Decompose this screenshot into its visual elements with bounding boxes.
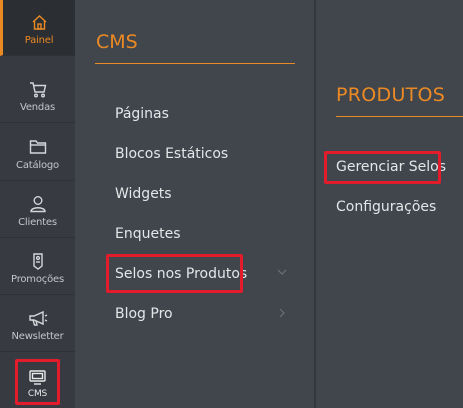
nav-label: Clientes (18, 217, 57, 228)
cms-title: CMS (96, 31, 138, 53)
nav-item-vendas[interactable]: Vendas (0, 67, 75, 123)
nav-item-cms[interactable]: CMS (15, 359, 60, 405)
nav-label: CMS (27, 389, 48, 399)
nav-label: Painel (24, 35, 54, 46)
nav-label: Vendas (19, 102, 56, 113)
nav-item-clientes[interactable]: Clientes (0, 182, 75, 238)
produtos-submenu: PRODUTOS Gerenciar Selos Configurações (316, 0, 463, 408)
cms-link-paginas[interactable]: Páginas (115, 106, 169, 122)
produtos-title: PRODUTOS (336, 84, 446, 106)
cart-icon (29, 79, 47, 99)
nav-label: Promoções (11, 274, 64, 285)
tag-icon (31, 251, 45, 271)
nav-label: Newsletter (11, 331, 64, 342)
highlight-gerenciar-selos (324, 151, 441, 184)
cms-title-divider (95, 63, 295, 64)
nav-item-painel[interactable]: Painel (0, 0, 75, 56)
produtos-link-configuracoes[interactable]: Configurações (336, 199, 436, 215)
cms-link-blocos-estaticos[interactable]: Blocos Estáticos (115, 146, 228, 162)
folder-icon (29, 137, 47, 157)
megaphone-icon (28, 308, 48, 328)
home-icon (31, 12, 48, 32)
cms-link-enquetes[interactable]: Enquetes (115, 226, 181, 242)
cms-link-blog-pro[interactable]: Blog Pro (115, 306, 173, 322)
nav-item-promocoes[interactable]: Promoções (0, 239, 75, 295)
chevron-right-icon (276, 307, 288, 322)
highlight-selos-nos-produtos (106, 254, 243, 293)
main-nav: Painel Vendas Catálogo Clientes Promoçõe… (0, 0, 75, 408)
chevron-down-icon (276, 266, 288, 281)
nav-item-catalogo[interactable]: Catálogo (0, 125, 75, 181)
person-icon (29, 194, 47, 214)
monitor-icon (29, 367, 46, 387)
cms-submenu: CMS Páginas Blocos Estáticos Widgets Enq… (75, 0, 315, 408)
produtos-title-divider (336, 116, 463, 117)
nav-label: Catálogo (16, 160, 59, 171)
nav-item-newsletter[interactable]: Newsletter (0, 296, 75, 352)
cms-link-widgets[interactable]: Widgets (115, 186, 172, 202)
